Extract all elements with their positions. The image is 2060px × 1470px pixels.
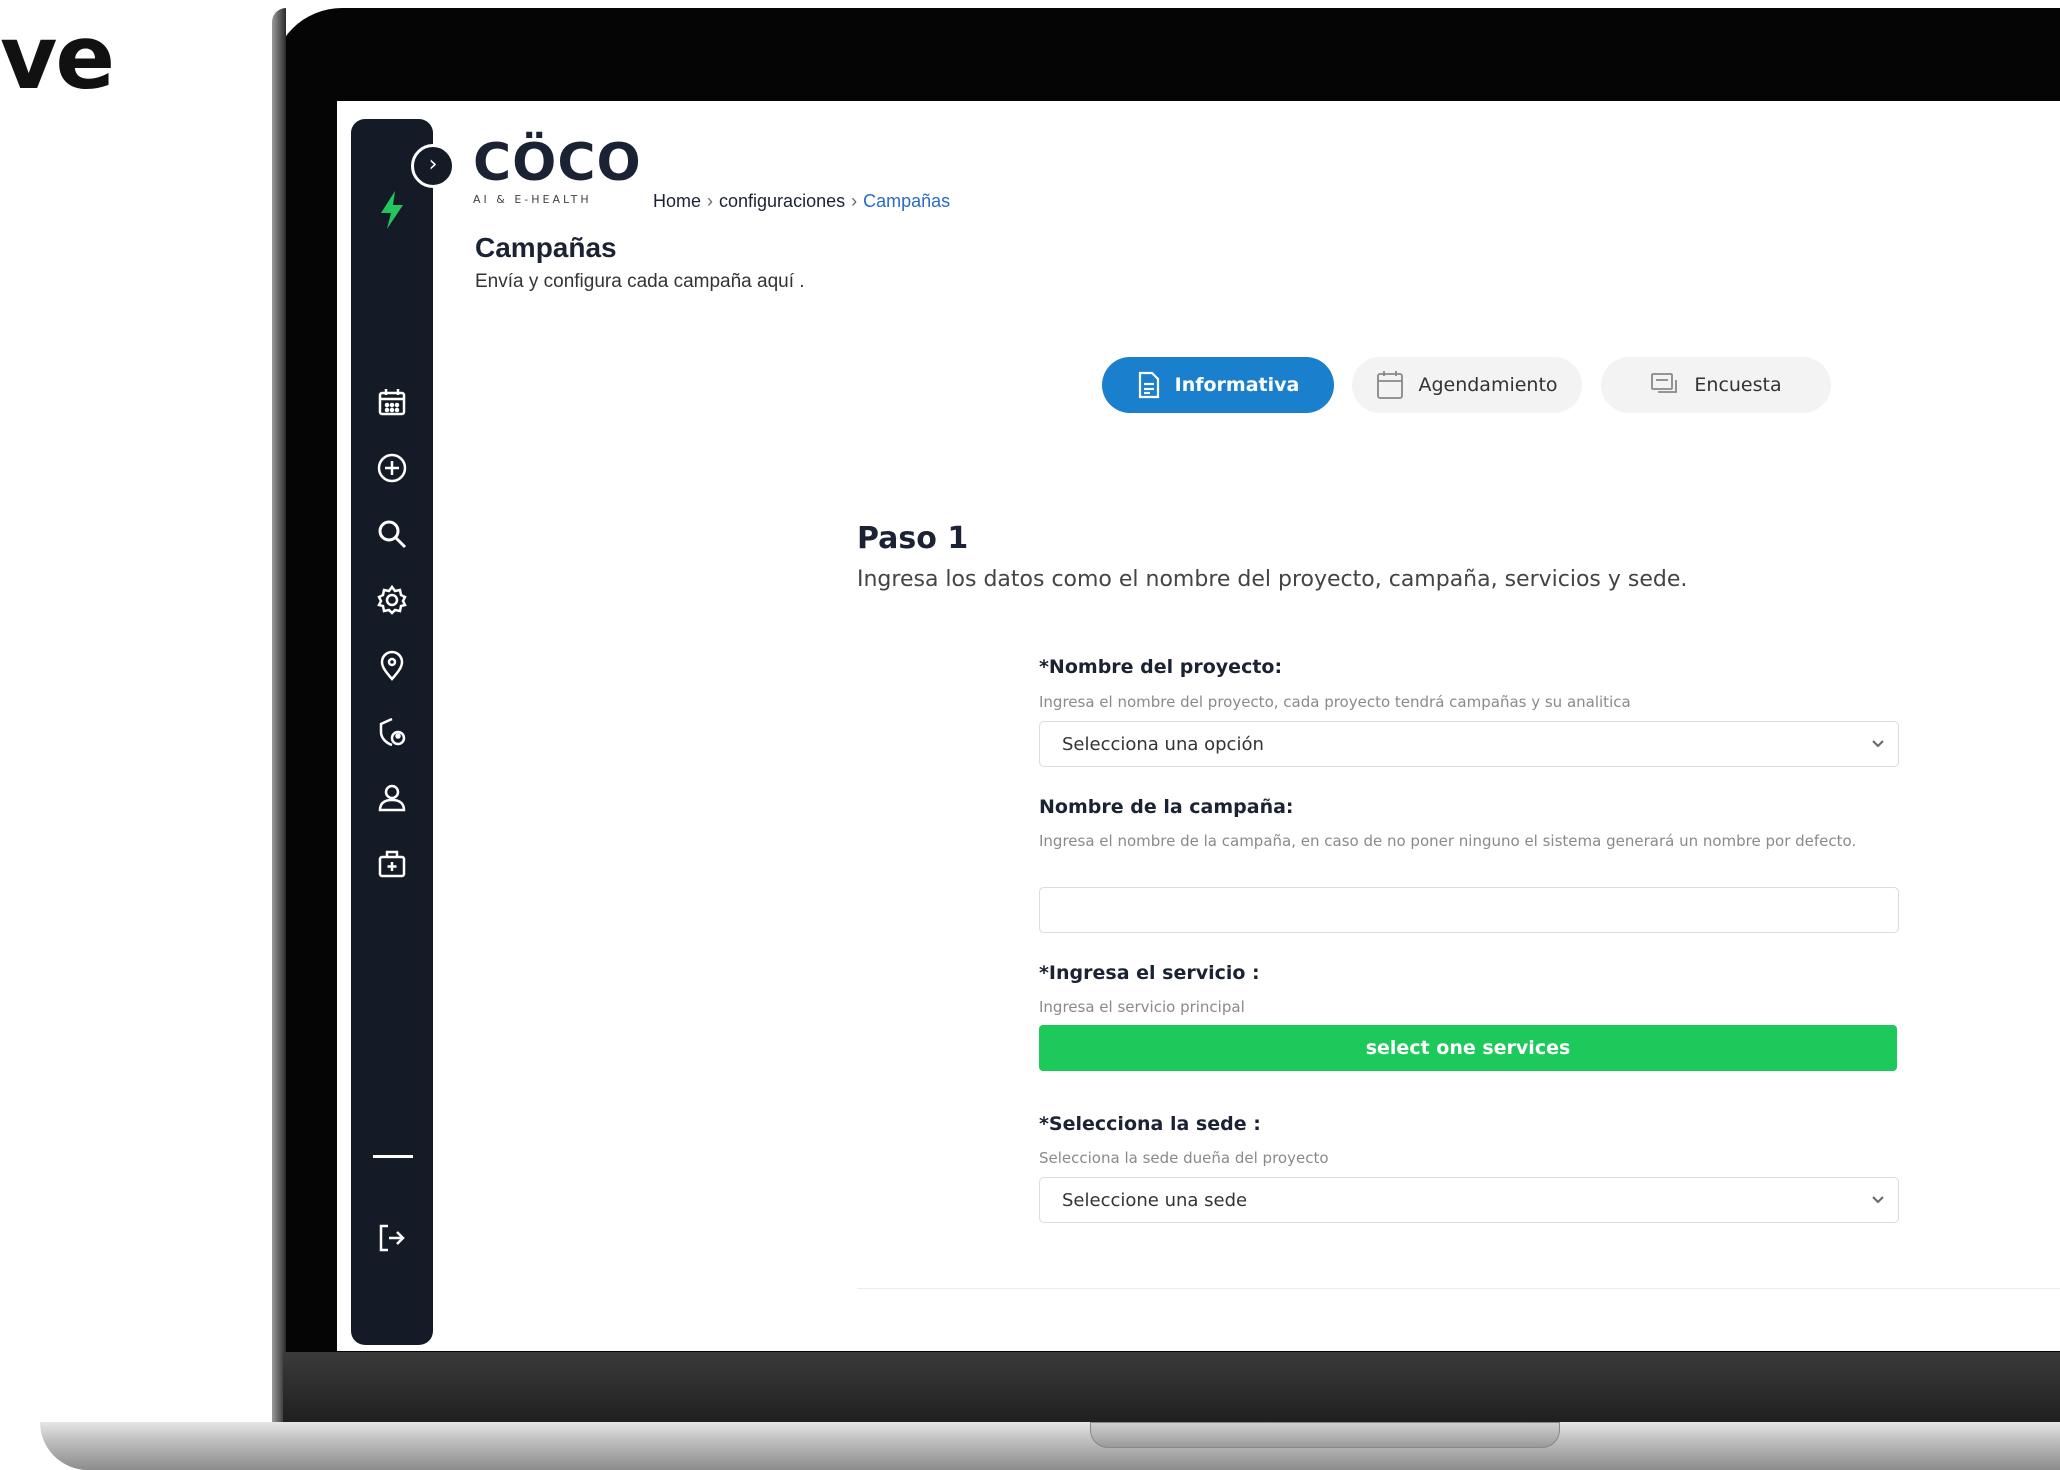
select-service-button[interactable]: select one services [1039,1025,1897,1071]
calendar-icon [1377,371,1404,399]
document-icon [1138,371,1159,399]
settings-icon[interactable] [371,579,413,621]
tab-informativa[interactable]: Informativa [1102,357,1334,413]
site-select[interactable]: Seleccione una sede [1039,1177,1899,1223]
laptop-rim [272,8,286,1428]
campaign-name-help: Ingresa el nombre de la campaña, en caso… [1039,832,1857,850]
logout-icon[interactable] [371,1217,413,1259]
medical-kit-icon[interactable] [371,843,413,885]
search-icon[interactable] [371,513,413,555]
service-label: *Ingresa el servicio : [1039,962,1260,984]
campaign-name-input[interactable] [1039,887,1899,933]
tab-agendamiento[interactable]: Agendamiento [1352,357,1582,413]
project-select-value: Selecciona una opción [1062,733,1264,755]
location-icon[interactable] [371,645,413,687]
site-select-value: Seleccione una sede [1062,1189,1248,1211]
logo-wordmark: CÖCO [473,133,642,193]
project-name-label: *Nombre del proyecto: [1039,656,1283,678]
brand-logo: CÖCO AI & E-HEALTH [473,137,642,206]
presentation-canvas: ve › CÖCO AI & E-HEALTH Home › configura… [0,0,2060,1470]
logo-subtitle: AI & E-HEALTH [473,193,592,206]
step-description: Ingresa los datos como el nombre del pro… [857,567,1688,592]
user-icon[interactable] [371,777,413,819]
chevron-right-icon: › [707,191,714,211]
sidebar [351,119,433,1345]
calendar-icon[interactable] [371,381,413,423]
breadcrumb-current: Campañas [863,191,951,211]
shield-user-icon[interactable] [371,711,413,753]
breadcrumb: Home › configuraciones › Campañas [653,191,950,212]
chevron-down-icon [1872,740,1884,748]
sidebar-divider [373,1155,413,1158]
project-name-help: Ingresa el nombre del proyecto, cada pro… [1039,693,1631,711]
slide-heading-fragment: ve [0,6,115,109]
section-divider [857,1288,2060,1289]
chat-icon [1651,373,1678,393]
campaign-name-label: Nombre de la campaña: [1039,796,1294,818]
site-label: *Selecciona la sede : [1039,1113,1261,1135]
step-title: Paso 1 [857,521,969,556]
page-title: Campañas [475,232,617,263]
site-help: Selecciona la sede dueña del proyecto [1039,1149,1329,1167]
add-circle-icon[interactable] [371,447,413,489]
bolt-icon[interactable] [371,189,413,231]
laptop-base [40,1422,2060,1470]
tab-label: Agendamiento [1418,374,1558,396]
service-help: Ingresa el servicio principal [1039,998,1245,1016]
breadcrumb-section[interactable]: configuraciones [719,191,845,211]
sidebar-toggle-button[interactable]: › [411,144,455,188]
chevron-right-icon: › [851,191,858,211]
tab-label: Informativa [1174,374,1300,396]
app-screen: › CÖCO AI & E-HEALTH Home › configuracione… [337,101,2060,1351]
laptop-notch [1090,1422,1560,1448]
breadcrumb-home[interactable]: Home [653,191,701,211]
project-select[interactable]: Selecciona una opción [1039,721,1899,767]
tab-encuesta[interactable]: Encuesta [1601,357,1831,413]
laptop-chin [283,1352,2060,1424]
tab-label: Encuesta [1694,374,1782,396]
page-subtitle: Envía y configura cada campaña aquí . [475,271,805,292]
chevron-down-icon [1872,1196,1884,1204]
